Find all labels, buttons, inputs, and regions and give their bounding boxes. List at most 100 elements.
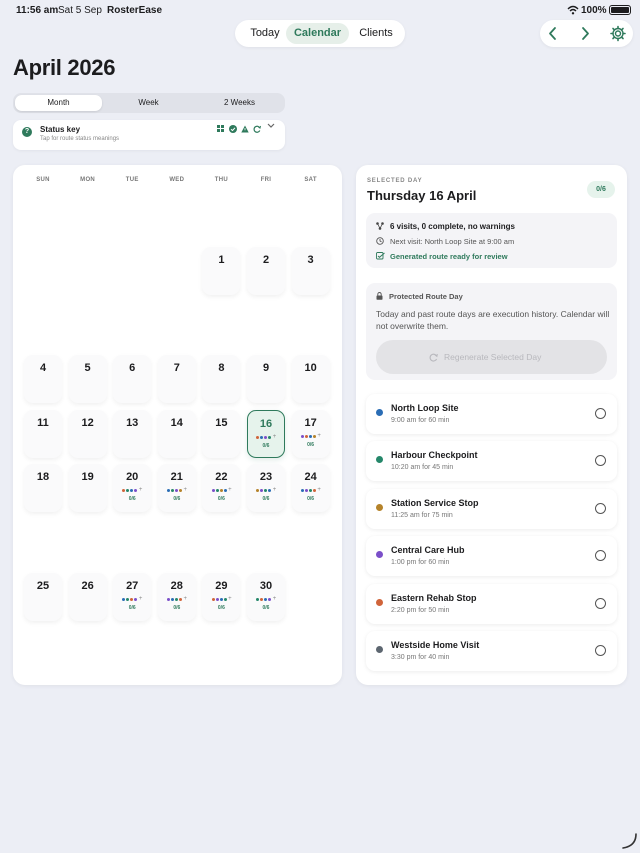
day-number: 9 (262, 362, 270, 374)
protected-route-card: Protected Route Day Today and past route… (366, 283, 617, 380)
visit-dot (268, 436, 272, 439)
calendar-day-7[interactable]: 7 (157, 355, 196, 403)
page-title: April 2026 (13, 55, 116, 80)
view-tab-2-weeks[interactable]: 2 Weeks (196, 95, 283, 111)
view-mode-selector: Month Week 2 Weeks (13, 93, 285, 113)
visit-summary: 6 visits, 0 complete, no warnings (390, 222, 515, 231)
calendar-day-28[interactable]: 28 +0/6 (157, 573, 196, 621)
day-number: 29 (215, 580, 228, 592)
calendar-day-27[interactable]: 27 +0/6 (113, 573, 152, 621)
status-app-name: RosterEase (107, 5, 163, 16)
day-number: 23 (259, 471, 273, 483)
calendar-day-15[interactable]: 15 (202, 410, 241, 458)
visit-row[interactable]: Westside Home Visit 3:30 pm for 40 min (366, 631, 617, 671)
calendar-day-26[interactable]: 26 (68, 573, 107, 621)
visit-dots: + (158, 596, 196, 602)
visit-row[interactable]: Station Service Stop 11:25 am for 75 min (366, 488, 617, 529)
visit-complete-toggle[interactable] (595, 597, 606, 609)
visit-dot (171, 489, 175, 492)
calendar-day-4[interactable]: 4 (24, 355, 62, 403)
visit-row[interactable]: Central Care Hub 1:00 pm for 60 min (366, 536, 617, 577)
calendar-day-8[interactable]: 8 (202, 355, 241, 403)
calendar-day-11[interactable]: 11 (24, 410, 62, 458)
chevron-down-icon[interactable] (267, 123, 275, 129)
calendar-day-9[interactable]: 9 (247, 355, 285, 403)
calendar-day-6[interactable]: 6 (113, 355, 152, 403)
calendar-day-12[interactable]: 12 (68, 410, 107, 458)
calendar-day-20[interactable]: 20 +0/6 (113, 464, 152, 512)
visit-dot (256, 436, 260, 439)
visit-dot (130, 598, 134, 601)
day-number: 28 (170, 580, 183, 592)
status-date: Sat 5 Sep (58, 5, 102, 16)
calendar-day-18[interactable]: 18 (24, 464, 62, 512)
tab-clients[interactable]: Clients (350, 23, 402, 44)
calendar-day-23[interactable]: 23 +0/6 (247, 464, 285, 512)
visit-name: Station Service Stop (391, 497, 479, 508)
calendar-day-29[interactable]: 29 +0/6 (202, 573, 241, 621)
more-visits-icon: + (183, 596, 188, 602)
visit-name: Harbour Checkpoint (391, 450, 478, 461)
day-progress: 0/6 (307, 496, 315, 502)
refresh-icon (253, 125, 261, 133)
resize-handle-icon[interactable] (620, 832, 638, 850)
visit-dot (175, 598, 179, 601)
calendar-day-24[interactable]: 24 +0/6 (291, 464, 330, 512)
calendar-day-1[interactable]: 1 (202, 247, 241, 295)
visit-dots: + (247, 487, 285, 493)
calendar-day-14[interactable]: 14 (157, 410, 196, 458)
weekday-mon: MON (80, 177, 96, 183)
gear-icon[interactable] (607, 23, 629, 44)
day-number: 3 (307, 254, 314, 266)
calendar-day-19[interactable]: 19 (68, 464, 107, 512)
calendar-day-17[interactable]: 17 +0/6 (291, 410, 330, 458)
visit-color-dot (376, 598, 383, 606)
view-tab-month[interactable]: Month (15, 95, 102, 111)
visit-dot (175, 489, 179, 492)
visit-row[interactable]: North Loop Site 9:00 am for 60 min (366, 394, 617, 434)
calendar-day-21[interactable]: 21 +0/6 (157, 464, 196, 512)
day-number: 6 (129, 362, 136, 374)
visit-complete-toggle[interactable] (595, 550, 606, 562)
calendar-day-10[interactable]: 10 (291, 355, 330, 403)
visit-complete-toggle[interactable] (595, 502, 606, 514)
tab-calendar[interactable]: Calendar (286, 23, 349, 44)
status-key-card[interactable]: ? Status key Tap for route status meanin… (13, 120, 285, 150)
calendar-day-5[interactable]: 5 (68, 355, 107, 403)
tab-today[interactable]: Today (240, 23, 290, 44)
visit-time: 9:00 am for 60 min (391, 417, 450, 424)
regenerate-button[interactable]: Regenerate Selected Day (376, 340, 607, 374)
day-number: 26 (81, 580, 94, 592)
more-visits-icon: + (317, 487, 321, 493)
visit-name: Westside Home Visit (391, 640, 480, 650)
previous-month-button[interactable] (542, 23, 564, 44)
day-number: 21 (170, 471, 183, 483)
visit-row[interactable]: Harbour Checkpoint 10:20 am for 45 min (366, 441, 617, 482)
day-number: 20 (126, 471, 139, 483)
calendar-day-16[interactable]: 16 +0/6 (247, 410, 285, 458)
route-icon (376, 222, 384, 230)
next-month-button[interactable] (574, 23, 596, 44)
calendar-day-25[interactable]: 25 (24, 573, 62, 621)
visit-dots: + (113, 487, 151, 493)
view-tab-week[interactable]: Week (105, 95, 192, 111)
status-key-title: Status key (40, 125, 81, 134)
calendar-day-22[interactable]: 22 +0/6 (202, 464, 241, 512)
day-progress: 0/6 (307, 442, 315, 448)
calendar-day-30[interactable]: 30 +0/6 (247, 573, 285, 621)
calendar-day-2[interactable]: 2 (247, 247, 285, 295)
visit-complete-toggle[interactable] (595, 408, 606, 419)
day-number: 24 (304, 471, 317, 483)
more-visits-icon: + (272, 487, 277, 493)
visit-row[interactable]: Eastern Rehab Stop 2:20 pm for 50 min (366, 583, 617, 624)
day-number: 17 (304, 417, 317, 429)
calendar-day-13[interactable]: 13 (113, 410, 152, 458)
visit-time: 3:30 pm for 40 min (391, 654, 450, 661)
day-number: 19 (81, 471, 94, 483)
visit-complete-toggle[interactable] (595, 455, 606, 467)
visit-dot (179, 489, 183, 492)
day-number: 12 (81, 417, 94, 429)
visit-time: 10:20 am for 45 min (391, 464, 454, 472)
visit-complete-toggle[interactable] (595, 645, 606, 656)
calendar-day-3[interactable]: 3 (291, 247, 330, 295)
